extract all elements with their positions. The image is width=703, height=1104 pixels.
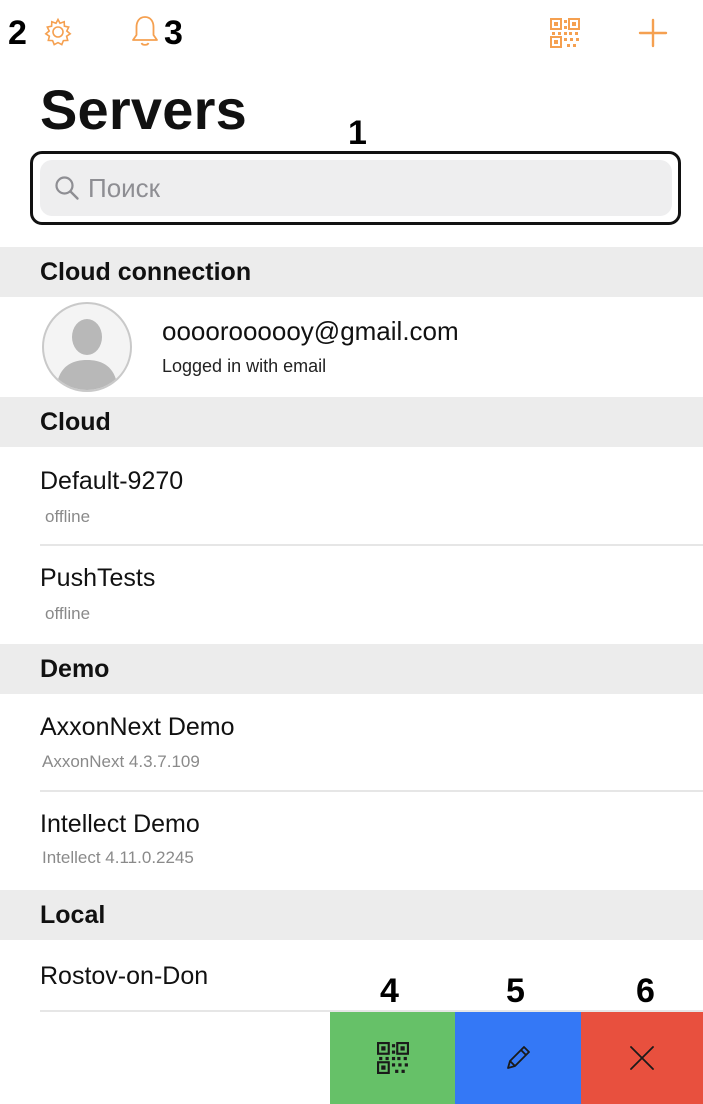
callout-5: 5 <box>506 972 525 1010</box>
server-version: Intellect 4.11.0.2245 <box>42 848 194 867</box>
server-row[interactable]: AxxonNext Demo AxxonNext 4.3.7.109 <box>0 694 703 792</box>
avatar <box>42 302 132 392</box>
server-row[interactable]: Intellect Demo Intellect 4.11.0.2245 <box>0 792 703 890</box>
page-title: Servers <box>40 78 247 141</box>
search-field[interactable] <box>40 160 672 216</box>
plus-icon <box>638 18 668 48</box>
account-status: Logged in with email <box>162 356 327 376</box>
edit-button[interactable] <box>455 1012 581 1104</box>
bell-icon <box>132 16 158 46</box>
server-name: AxxonNext Demo <box>40 713 235 741</box>
server-row-swiped[interactable]: Rostov-on-Don <box>0 940 703 1010</box>
qr-scan-button[interactable] <box>548 16 582 50</box>
callout-6: 6 <box>636 972 655 1010</box>
server-version: AxxonNext 4.3.7.109 <box>42 752 200 771</box>
cloud-account-row[interactable]: ooooroooooy@gmail.com Logged in with ema… <box>0 297 703 395</box>
server-row[interactable]: Default-9270 offline <box>0 447 703 545</box>
delete-button[interactable] <box>581 1012 703 1104</box>
section-header-demo: Demo <box>0 644 703 694</box>
section-header-local: Local <box>0 890 703 940</box>
server-row[interactable]: PushTests offline <box>0 546 703 644</box>
server-name: Default-9270 <box>40 467 184 495</box>
server-name: Intellect Demo <box>40 810 200 838</box>
callout-3: 3 <box>164 14 183 52</box>
notifications-button[interactable] <box>128 12 162 50</box>
qr-code-button[interactable] <box>330 1012 455 1104</box>
user-silhouette-icon <box>56 319 118 390</box>
gear-icon <box>44 17 72 46</box>
section-header-cloud-connection: Cloud connection <box>0 247 703 297</box>
add-server-button[interactable] <box>636 16 670 50</box>
search-input[interactable] <box>88 172 628 204</box>
server-name: Rostov-on-Don <box>40 962 209 990</box>
account-email: ooooroooooy@gmail.com <box>162 316 459 346</box>
close-icon <box>630 1046 654 1070</box>
callout-2: 2 <box>8 14 27 52</box>
server-status: offline <box>45 604 91 623</box>
qr-code-icon <box>376 1042 409 1074</box>
callout-4: 4 <box>380 972 399 1010</box>
section-header-cloud: Cloud <box>0 397 703 447</box>
settings-button[interactable] <box>40 14 76 50</box>
pencil-icon <box>507 1046 530 1069</box>
search-icon <box>55 176 79 200</box>
callout-1: 1 <box>348 114 367 152</box>
server-name: PushTests <box>40 564 156 592</box>
qr-code-icon <box>550 18 580 48</box>
server-status: offline <box>45 507 91 526</box>
